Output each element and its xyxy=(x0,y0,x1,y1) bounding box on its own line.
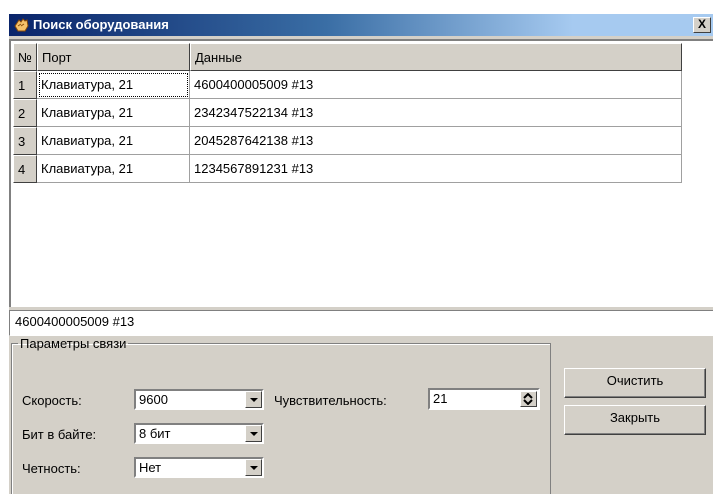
bits-select[interactable]: 8 бит xyxy=(134,423,264,444)
cell-port[interactable]: Клавиатура, 21 xyxy=(37,99,190,127)
clear-button[interactable]: Очистить xyxy=(564,368,706,398)
speed-select[interactable]: 9600 xyxy=(134,389,264,410)
grid-header-row: № Порт Данные xyxy=(13,43,682,71)
column-header-data[interactable]: Данные xyxy=(190,43,682,71)
table-row[interactable]: 3 Клавиатура, 21 2045287642138 #13 xyxy=(13,127,682,155)
speed-label: Скорость: xyxy=(22,393,82,408)
results-table: № Порт Данные 1 Клавиатура, 21 460040000… xyxy=(13,43,682,183)
equipment-search-window: Поиск оборудования X № Порт Данные 1 Кла… xyxy=(8,13,713,494)
table-row[interactable]: 4 Клавиатура, 21 1234567891231 #13 xyxy=(13,155,682,183)
table-row[interactable]: 2 Клавиатура, 21 2342347522134 #13 xyxy=(13,99,682,127)
parity-select[interactable]: Нет xyxy=(134,457,264,478)
close-window-button[interactable]: X xyxy=(693,17,711,33)
row-number: 4 xyxy=(13,155,37,183)
cell-data[interactable]: 4600400005009 #13 xyxy=(190,71,682,99)
row-number: 3 xyxy=(13,127,37,155)
cell-port[interactable]: Клавиатура, 21 xyxy=(37,127,190,155)
sensitivity-spinner[interactable]: 21 xyxy=(428,388,540,410)
hand-icon xyxy=(13,17,30,33)
chevron-down-icon[interactable] xyxy=(245,425,262,442)
column-header-port[interactable]: Порт xyxy=(37,43,190,71)
connection-params-group: Параметры связи Скорость: 9600 Бит в бай… xyxy=(11,336,551,494)
close-button[interactable]: Закрыть xyxy=(564,405,706,435)
sensitivity-value: 21 xyxy=(433,391,448,406)
cell-port[interactable]: Клавиатура, 21 xyxy=(37,155,190,183)
spin-arrows-icon[interactable] xyxy=(520,391,537,407)
connection-params-legend: Параметры связи xyxy=(20,336,127,351)
bits-label: Бит в байте: xyxy=(22,427,97,442)
parity-label: Четность: xyxy=(22,461,81,476)
cell-data[interactable]: 2342347522134 #13 xyxy=(190,99,682,127)
chevron-down-icon[interactable] xyxy=(245,459,262,476)
cell-data[interactable]: 2045287642138 #13 xyxy=(190,127,682,155)
column-header-num[interactable]: № xyxy=(13,43,37,71)
row-number: 1 xyxy=(13,71,37,99)
sensitivity-label: Чувствительность: xyxy=(274,393,387,408)
window-title: Поиск оборудования xyxy=(33,17,169,32)
chevron-down-icon[interactable] xyxy=(245,391,262,408)
bits-select-value: 8 бит xyxy=(139,426,171,441)
title-bar[interactable]: Поиск оборудования X xyxy=(9,14,713,36)
cell-data[interactable]: 1234567891231 #13 xyxy=(190,155,682,183)
cell-port[interactable]: Клавиатура, 21 xyxy=(37,71,190,99)
row-number: 2 xyxy=(13,99,37,127)
table-row[interactable]: 1 Клавиатура, 21 4600400005009 #13 xyxy=(13,71,682,99)
parity-select-value: Нет xyxy=(139,460,162,475)
results-grid[interactable]: № Порт Данные 1 Клавиатура, 21 460040000… xyxy=(9,39,713,307)
selected-value-field[interactable]: 4600400005009 #13 xyxy=(9,310,713,336)
close-icon: X xyxy=(697,17,706,31)
speed-select-value: 9600 xyxy=(139,392,168,407)
